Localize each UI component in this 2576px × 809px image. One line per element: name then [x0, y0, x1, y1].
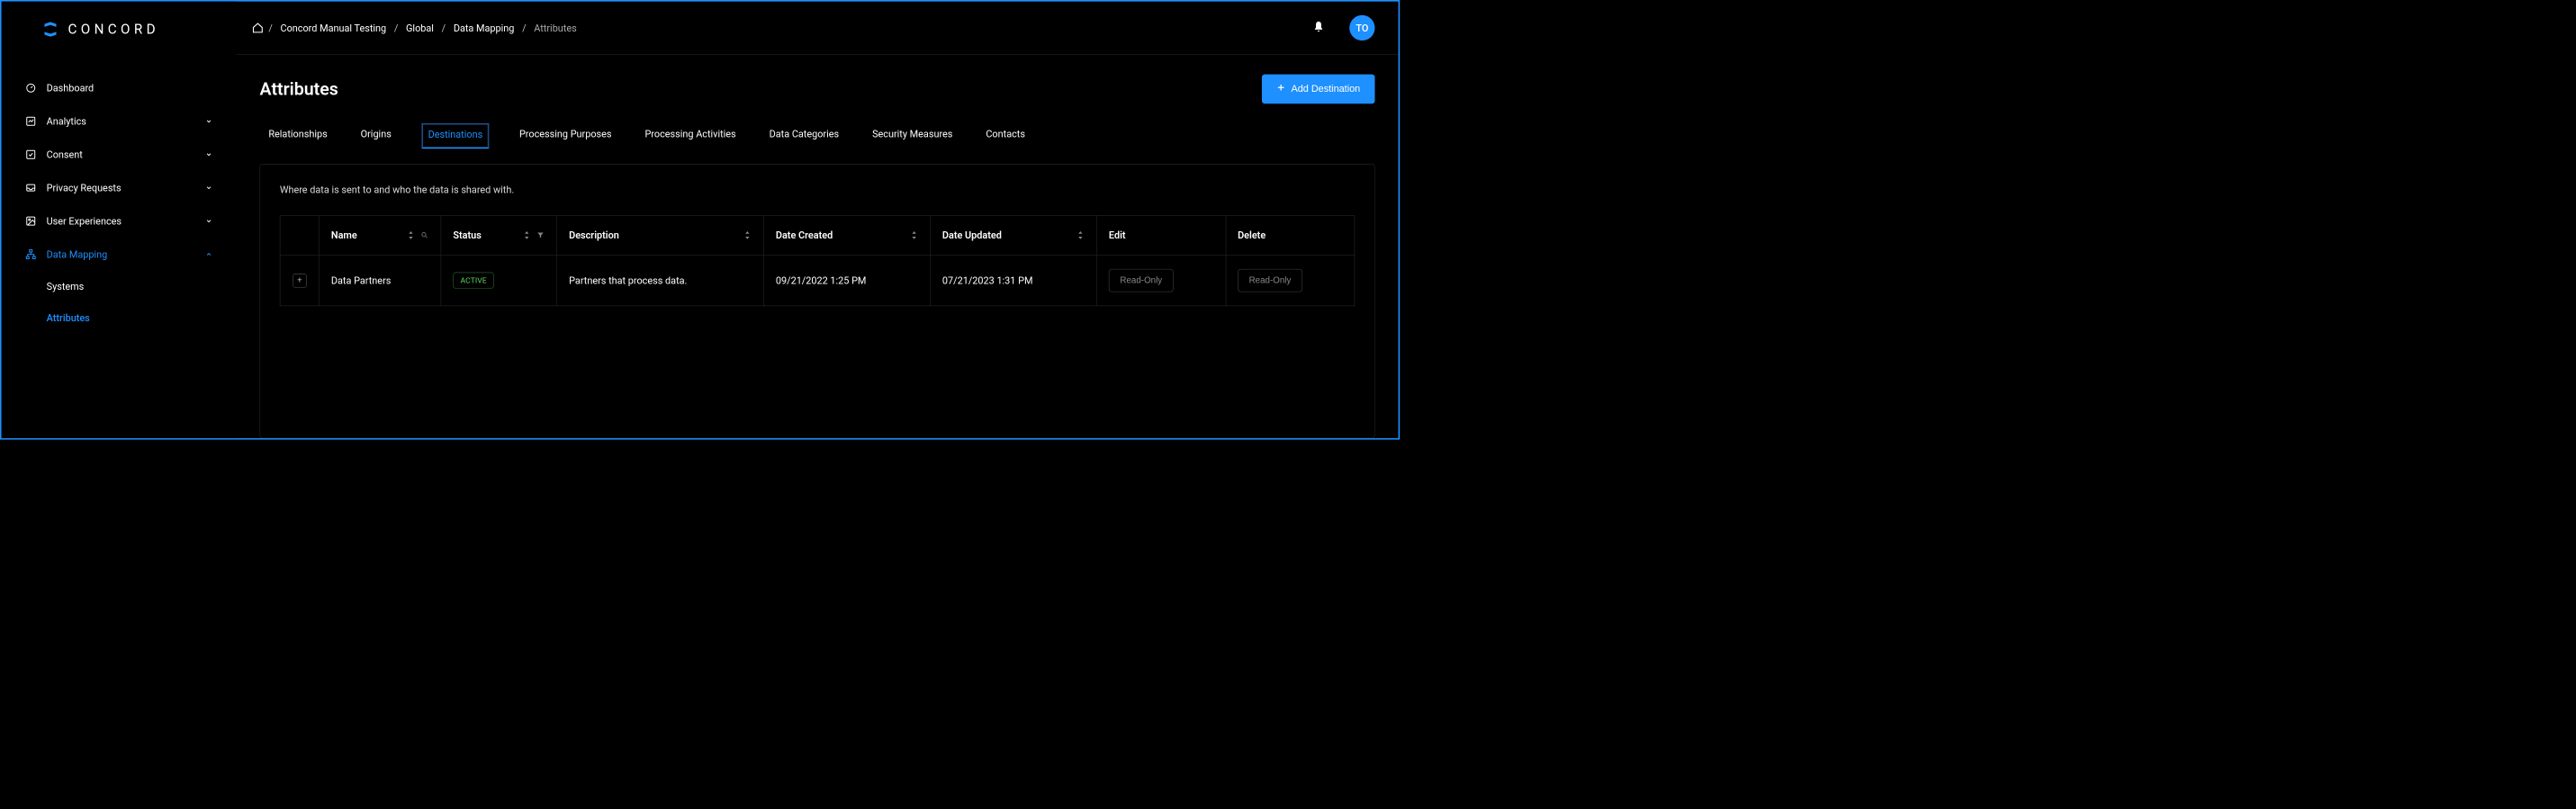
- col-name: Name: [320, 215, 441, 255]
- filter-icon[interactable]: [536, 230, 545, 239]
- sidebar-subitem-systems[interactable]: Systems: [47, 271, 237, 302]
- cell-description: Partners that process data.: [557, 255, 764, 306]
- tab-processing-activities[interactable]: Processing Activities: [642, 123, 739, 148]
- plus-icon: [1276, 83, 1285, 94]
- sidebar-item-label: Dashboard: [47, 82, 213, 94]
- sidebar-item-data-mapping[interactable]: Data Mapping: [2, 238, 237, 271]
- sort-icon[interactable]: [522, 230, 531, 239]
- tab-contacts[interactable]: Contacts: [983, 123, 1028, 148]
- sort-icon[interactable]: [743, 230, 752, 239]
- speedometer-icon: [25, 82, 37, 94]
- sort-icon[interactable]: [910, 230, 919, 239]
- table-row: + Data Partners ACTIVE Partners that pro…: [280, 255, 1355, 306]
- tab-security-measures[interactable]: Security Measures: [869, 123, 956, 148]
- col-status: Status: [441, 215, 557, 255]
- expand-button[interactable]: +: [293, 274, 306, 287]
- col-label: Date Created: [776, 229, 905, 241]
- chart-icon: [25, 115, 37, 127]
- sidebar-item-consent[interactable]: Consent: [2, 138, 237, 171]
- sidebar-nav: Dashboard Analytics Consent Privacy Requ…: [2, 61, 237, 333]
- sidebar-item-dashboard[interactable]: Dashboard: [2, 71, 237, 104]
- sidebar-subnav: Systems Attributes: [2, 271, 237, 334]
- breadcrumb-sep: /: [268, 22, 272, 33]
- chevron-down-icon: [205, 217, 213, 225]
- data-table: Name Status: [280, 215, 1355, 306]
- col-label: Description: [569, 229, 738, 241]
- col-delete: Delete: [1226, 215, 1355, 255]
- sidebar-item-label: Analytics: [47, 115, 195, 127]
- image-icon: [25, 215, 37, 227]
- sidebar-item-user-experiences[interactable]: User Experiences: [2, 204, 237, 238]
- check-square-icon: [25, 148, 37, 160]
- tab-relationships[interactable]: Relationships: [266, 123, 330, 148]
- search-icon[interactable]: [420, 230, 429, 239]
- bell-icon[interactable]: [1312, 21, 1325, 36]
- col-description: Description: [557, 215, 764, 255]
- brand-name: CONCORD: [68, 21, 159, 37]
- chevron-down-icon: [205, 117, 213, 125]
- avatar[interactable]: TO: [1349, 15, 1374, 40]
- breadcrumb: / Concord Manual Testing / Global / Data…: [268, 22, 576, 33]
- sidebar: CONCORD Dashboard Analytics Consent Priv…: [2, 2, 237, 438]
- cell-created: 09/21/2022 1:25 PM: [764, 255, 931, 306]
- col-date-updated: Date Updated: [931, 215, 1097, 255]
- breadcrumb-sep: /: [442, 22, 446, 33]
- breadcrumb-sep: /: [394, 22, 398, 33]
- sidebar-item-privacy-requests[interactable]: Privacy Requests: [2, 171, 237, 204]
- brand-logo[interactable]: CONCORD: [2, 21, 237, 61]
- main: / Concord Manual Testing / Global / Data…: [236, 2, 1398, 438]
- home-icon[interactable]: [252, 22, 264, 33]
- tab-destinations[interactable]: Destinations: [422, 123, 490, 148]
- sidebar-item-label: User Experiences: [47, 215, 195, 227]
- col-label: Status: [453, 229, 518, 241]
- cell-expand: +: [280, 255, 319, 306]
- col-label: Date Updated: [942, 229, 1071, 241]
- col-expand: [280, 215, 319, 255]
- delete-button[interactable]: Read-Only: [1238, 269, 1302, 292]
- panel: Where data is sent to and who the data i…: [260, 164, 1375, 438]
- cell-delete: Read-Only: [1226, 255, 1355, 306]
- breadcrumb-item[interactable]: Concord Manual Testing: [281, 22, 387, 33]
- col-label: Edit: [1109, 229, 1126, 241]
- sidebar-subitem-attributes[interactable]: Attributes: [47, 302, 237, 334]
- col-edit: Edit: [1097, 215, 1226, 255]
- edit-button[interactable]: Read-Only: [1109, 269, 1174, 292]
- page-header: Attributes Add Destination: [260, 75, 1375, 104]
- breadcrumb-item[interactable]: Data Mapping: [454, 22, 515, 33]
- cell-status: ACTIVE: [441, 255, 557, 306]
- sitemap-icon: [25, 248, 37, 260]
- col-label: Name: [331, 229, 401, 241]
- tab-origins[interactable]: Origins: [357, 123, 394, 148]
- status-badge: ACTIVE: [453, 273, 493, 289]
- panel-description: Where data is sent to and who the data i…: [280, 184, 1355, 195]
- breadcrumb-sep: /: [522, 22, 526, 33]
- sort-icon[interactable]: [1076, 230, 1085, 239]
- chevron-down-icon: [205, 184, 213, 192]
- add-button-label: Add Destination: [1291, 84, 1360, 94]
- page-title: Attributes: [260, 78, 1262, 99]
- sidebar-item-label: Consent: [47, 148, 195, 160]
- chevron-down-icon: [205, 150, 213, 158]
- tab-data-categories[interactable]: Data Categories: [766, 123, 842, 148]
- col-label: Delete: [1238, 229, 1265, 241]
- sort-icon[interactable]: [407, 230, 416, 239]
- cell-updated: 07/21/2023 1:31 PM: [931, 255, 1097, 306]
- breadcrumb-item[interactable]: Global: [406, 22, 434, 33]
- add-destination-button[interactable]: Add Destination: [1262, 75, 1375, 104]
- tabs: Relationships Origins Destinations Proce…: [260, 123, 1375, 149]
- topbar: / Concord Manual Testing / Global / Data…: [236, 2, 1398, 55]
- breadcrumb-current: Attributes: [534, 22, 576, 33]
- sidebar-item-analytics[interactable]: Analytics: [2, 104, 237, 138]
- col-date-created: Date Created: [764, 215, 931, 255]
- cell-edit: Read-Only: [1097, 255, 1226, 306]
- chevron-up-icon: [205, 250, 213, 258]
- content: Attributes Add Destination Relationships…: [236, 55, 1398, 438]
- tab-processing-purposes[interactable]: Processing Purposes: [517, 123, 615, 148]
- inbox-icon: [25, 182, 37, 193]
- logo-icon: [41, 22, 60, 36]
- cell-name: Data Partners: [320, 255, 441, 306]
- sidebar-item-label: Privacy Requests: [47, 182, 195, 193]
- sidebar-item-label: Data Mapping: [47, 248, 195, 260]
